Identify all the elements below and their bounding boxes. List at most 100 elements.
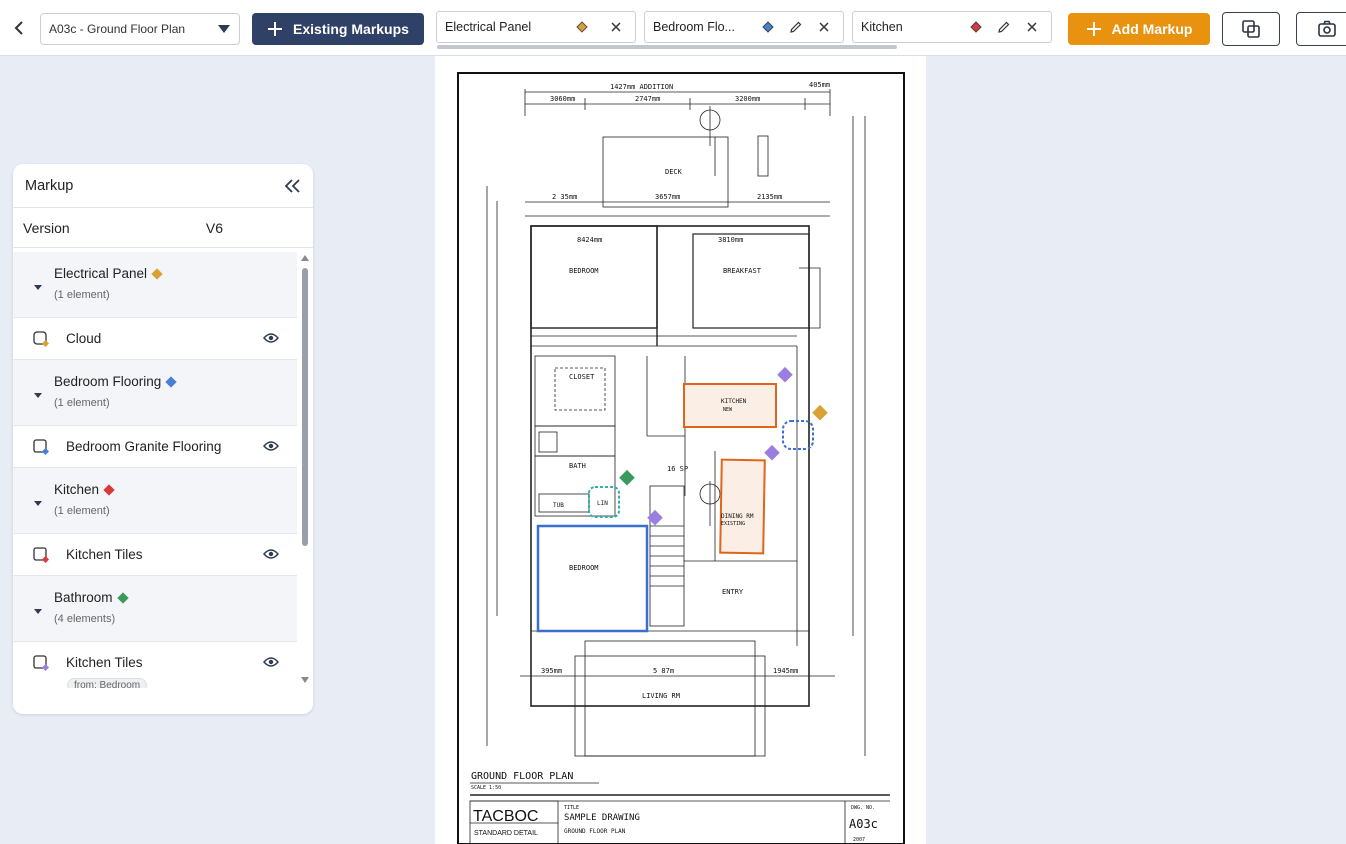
group-count: (1 element) (54, 505, 110, 517)
room-label-closet: CLOSET (569, 373, 595, 381)
eye-icon[interactable] (263, 656, 279, 668)
dim-top: 1427mm ADDITION (610, 83, 673, 91)
kitchen-markup-rect (683, 383, 777, 428)
dim-text: 3657mm (655, 193, 680, 201)
pencil-icon[interactable] (785, 16, 807, 38)
close-icon[interactable] (605, 16, 627, 38)
markup-tab-bedroom-flooring[interactable]: Bedroom Flo... (644, 11, 844, 43)
room-label-bedroom: BEDROOM (569, 267, 599, 275)
company-sub: STANDARD DETAIL (474, 830, 538, 837)
eye-icon[interactable] (263, 440, 279, 452)
dim-text: 5 87m (653, 667, 674, 675)
diamond-marker-icon (165, 375, 177, 388)
pencil-icon[interactable] (993, 16, 1015, 38)
collapse-double-chevron-icon[interactable] (283, 178, 301, 194)
rectangle-shape-icon (33, 547, 49, 563)
purple-diamond-marker (777, 366, 793, 383)
snapshot-button[interactable] (1296, 12, 1346, 46)
dim-text: 16 SP (667, 465, 688, 473)
group-count: (1 element) (54, 397, 110, 409)
room-label-lin: LIN (597, 500, 608, 507)
add-markup-button[interactable]: Add Markup (1068, 13, 1210, 45)
floor-plan-drawing: 1427mm ADDITION 3060mm 2747mm 3200mm 405… (457, 72, 905, 844)
diamond-marker-icon (571, 16, 593, 38)
markup-list: Electrical Panel (1 element) Cloud Bedro… (13, 252, 297, 688)
back-chevron-icon[interactable] (8, 16, 30, 40)
dim-text: 395mm (541, 667, 562, 675)
rectangle-shape-icon (33, 439, 49, 455)
camera-icon (1318, 20, 1336, 37)
room-label-dining: DINING RM (721, 513, 754, 520)
markup-group-electrical-panel[interactable]: Electrical Panel (1 element) (13, 252, 297, 318)
item-name: Kitchen Tiles (66, 547, 143, 562)
rectangle-shape-icon (33, 655, 49, 671)
room-label-bath: BATH (569, 462, 586, 470)
green-diamond-marker (619, 469, 635, 486)
diamond-marker-icon (965, 16, 987, 38)
group-name: Electrical Panel (54, 266, 148, 281)
gold-diamond-marker (812, 404, 828, 421)
scroll-up-arrow-icon[interactable] (301, 255, 309, 261)
dim-text: 2135mm (757, 193, 782, 201)
top-toolbar: A03c - Ground Floor Plan Existing Markup… (0, 0, 1346, 56)
title-label: TITLE (564, 805, 579, 811)
panel-title: Markup (25, 177, 74, 194)
markup-tab-kitchen[interactable]: Kitchen (852, 11, 1052, 43)
markup-group-bathroom[interactable]: Bathroom (4 elements) (13, 576, 297, 642)
plus-icon (268, 22, 283, 36)
sheet-select[interactable]: A03c - Ground Floor Plan (40, 13, 240, 45)
caret-down-icon[interactable] (34, 609, 42, 614)
room-label-tub: TUB (553, 502, 564, 509)
dim-text: 3810mm (718, 236, 743, 244)
group-name: Bathroom (54, 590, 113, 605)
diamond-marker-icon (757, 16, 779, 38)
room-label-living: LIVING RM (642, 692, 680, 700)
group-count: (4 elements) (54, 613, 116, 625)
drawing-subtitle: GROUND FLOOR PLAN (564, 828, 626, 835)
scroll-down-arrow-icon[interactable] (301, 677, 309, 683)
caret-down-icon (218, 25, 230, 33)
markup-group-kitchen[interactable]: Kitchen (1 element) (13, 468, 297, 534)
room-label-existing: EXISTING (721, 521, 745, 527)
overlay-squares-icon (1242, 20, 1260, 38)
drawing-title: SAMPLE DRAWING (564, 813, 640, 823)
existing-markups-label: Existing Markups (293, 21, 409, 37)
markup-item-kitchen-tiles[interactable]: Kitchen Tiles (13, 534, 297, 576)
close-icon[interactable] (1021, 16, 1043, 38)
room-label-bedroom-2: BEDROOM (569, 564, 599, 572)
dwg-year: 2007 (853, 837, 865, 843)
markup-list-scrollbar[interactable] (300, 252, 310, 688)
sheet-select-value: A03c - Ground Floor Plan (49, 22, 186, 36)
group-count: (1 element) (54, 289, 110, 301)
dwg-no: A03c (849, 817, 878, 831)
group-name: Kitchen (54, 482, 100, 497)
existing-markups-button[interactable]: Existing Markups (252, 13, 424, 45)
scroll-thumb[interactable] (302, 268, 308, 546)
dim-text: 2747mm (635, 95, 660, 103)
caret-down-icon[interactable] (34, 285, 42, 290)
drawing-canvas[interactable]: 1427mm ADDITION 3060mm 2747mm 3200mm 405… (435, 56, 926, 844)
item-name: Kitchen Tiles (66, 655, 143, 670)
markup-item-kitchen-tiles-from-bedroom[interactable]: Kitchen Tiles from: Bedroom (13, 642, 297, 688)
group-name: Bedroom Flooring (54, 374, 162, 389)
caret-down-icon[interactable] (34, 501, 42, 506)
markup-item-cloud[interactable]: Cloud (13, 318, 297, 360)
compare-overlay-button[interactable] (1222, 12, 1280, 46)
diamond-marker-icon (116, 591, 129, 604)
room-label-new: NEW (723, 407, 733, 413)
markup-group-bedroom-flooring[interactable]: Bedroom Flooring (1 element) (13, 360, 297, 426)
eye-icon[interactable] (263, 332, 279, 344)
markup-item-bedroom-granite-flooring[interactable]: Bedroom Granite Flooring (13, 426, 297, 468)
bedroom-flooring-markup-rect (536, 524, 649, 633)
markup-tab-electrical-panel[interactable]: Electrical Panel (436, 11, 636, 43)
caret-down-icon[interactable] (34, 393, 42, 398)
eye-icon[interactable] (263, 548, 279, 560)
item-name: Bedroom Granite Flooring (66, 439, 222, 454)
company-name: TACBOC (473, 808, 538, 825)
version-row: Version V6 (13, 208, 313, 248)
close-icon[interactable] (813, 16, 835, 38)
markup-panel: Markup Version V6 Electrical Panel (1 el… (13, 164, 313, 714)
item-name: Cloud (66, 331, 102, 346)
tabs-scrollbar[interactable] (437, 45, 897, 49)
dim-text: 3060mm (550, 95, 575, 103)
